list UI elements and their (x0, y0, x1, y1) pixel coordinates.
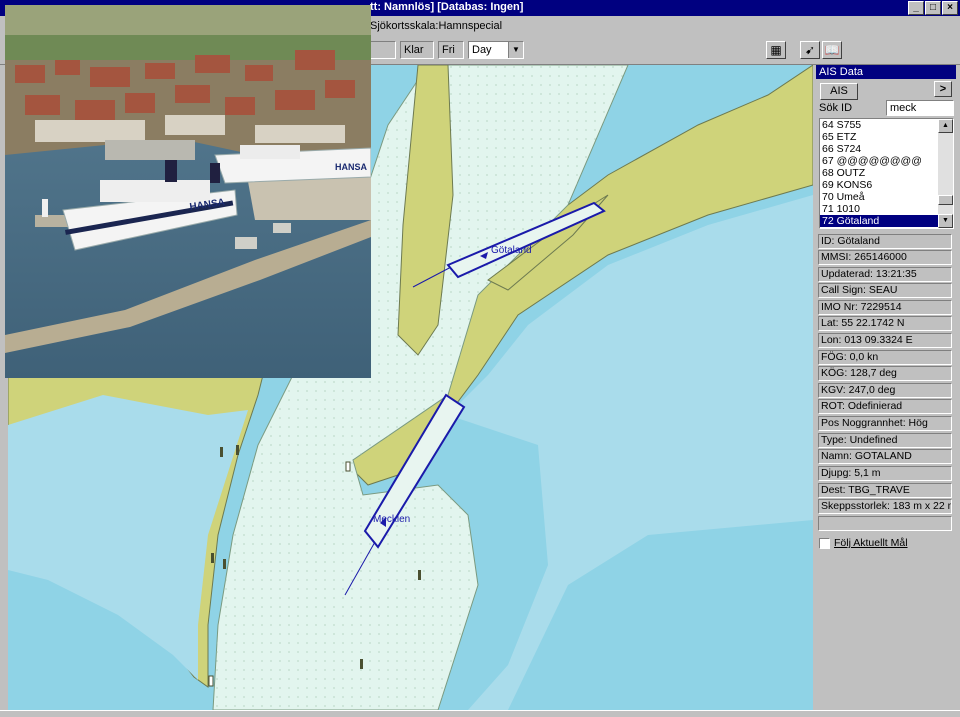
detail-id: ID: Götaland (818, 234, 952, 249)
detail-draught: Djupg: 5,1 m (818, 466, 952, 481)
chart-scale-label: Sjökortsskala:Hamnspecial (370, 20, 503, 32)
list-item[interactable]: 67 @@@@@@@@ (820, 155, 939, 167)
list-item[interactable]: 66 S724 (820, 143, 939, 155)
detail-type: Type: Undefined (818, 433, 952, 448)
detail-imo: IMO Nr: 7229514 (818, 300, 952, 315)
maximize-button[interactable]: □ (925, 1, 941, 15)
status-field: Klar (400, 41, 434, 59)
harbour-photo: HANSA HANSA (5, 5, 371, 378)
detail-heading: KGV: 247,0 deg (818, 383, 952, 398)
vessel-list[interactable]: 64 S755 65 ETZ 66 S724 67 @@@@@@@@ 68 OU… (819, 118, 954, 229)
scroll-up-icon[interactable]: ▲ (938, 119, 953, 133)
detail-cog: KÖG: 128,7 deg (818, 366, 952, 381)
window-controls: _ □ × (908, 1, 958, 15)
detail-updated: Updaterad: 13:21:35 (818, 267, 952, 282)
search-label: Sök ID (819, 102, 853, 114)
next-button[interactable]: > (934, 81, 952, 97)
scroll-down-icon[interactable]: ▼ (938, 214, 953, 228)
vessel-label-gotaland: Götaland (491, 245, 532, 256)
ais-panel: AIS Data AIS > Sök ID meck 64 S755 65 ET… (816, 65, 958, 710)
detail-sog: FÖG: 0,0 kn (818, 350, 952, 365)
list-item[interactable]: 70 Umeå (820, 191, 939, 203)
scroll-thumb[interactable] (938, 195, 953, 205)
list-scrollbar[interactable]: ▲ ▼ (938, 119, 953, 228)
vessel-label-mecklen: Mecklen (373, 514, 410, 525)
harbour-photo-image: HANSA HANSA (5, 5, 371, 378)
pointer-icon[interactable]: ➹ (800, 41, 820, 59)
book-icon[interactable]: 📖 (822, 41, 842, 59)
detail-accuracy: Pos Noggrannhet: Hög (818, 416, 952, 431)
search-input[interactable]: meck (886, 100, 954, 116)
ferry-2-name: HANSA (335, 162, 368, 172)
follow-target-label[interactable]: Följ Aktuellt Mål (834, 537, 908, 549)
minimize-button[interactable]: _ (908, 1, 924, 15)
ais-tab[interactable]: AIS (820, 83, 858, 100)
detail-lat: Lat: 55 22.1742 N (818, 316, 952, 331)
mode-field: Fri (438, 41, 464, 59)
detail-size: Skeppsstorlek: 183 m x 22 m (818, 499, 952, 514)
detail-lon: Lon: 013 09.3324 E (818, 333, 952, 348)
grid-icon[interactable]: ▦ (766, 41, 786, 59)
list-item[interactable]: 71 1010 (820, 203, 939, 215)
detail-rot: ROT: Odefinierad (818, 399, 952, 414)
close-button[interactable]: × (942, 1, 958, 15)
list-item[interactable]: 69 KONS6 (820, 179, 939, 191)
detail-name: Namn: GOTALAND (818, 449, 952, 464)
follow-target-checkbox[interactable] (819, 538, 830, 549)
detail-destination: Dest: TBG_TRAVE (818, 483, 952, 498)
ais-panel-header: AIS Data (816, 65, 956, 79)
list-item[interactable]: 64 S755 (820, 119, 939, 131)
detail-mmsi: MMSI: 265146000 (818, 250, 952, 265)
list-item-selected[interactable]: 72 Götaland (820, 215, 939, 227)
detail-empty (818, 516, 952, 531)
palette-select[interactable]: Day ▼ (468, 41, 524, 59)
detail-callsign: Call Sign: SEAU (818, 283, 952, 298)
chevron-down-icon[interactable]: ▼ (508, 42, 523, 58)
window-title: tt: Namnlös] [Databas: Ingen] (370, 1, 524, 13)
palette-select-value: Day (472, 44, 492, 56)
list-item[interactable]: 68 OUTZ (820, 167, 939, 179)
list-item[interactable]: 65 ETZ (820, 131, 939, 143)
pad-field (370, 41, 396, 59)
